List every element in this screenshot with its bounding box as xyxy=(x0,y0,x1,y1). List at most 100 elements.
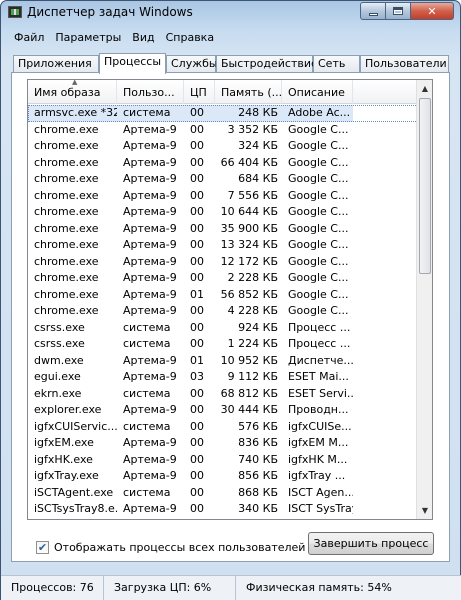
cell-image-name: chrome.exe xyxy=(34,271,99,284)
cell-description: Процесс ... xyxy=(288,337,351,350)
menu-file[interactable]: Файл xyxy=(9,29,50,47)
status-process-count: Процессов: 76 xyxy=(1,576,104,600)
table-row[interactable]: igfxTray.exe Артема-9 00 856 КБ igfxTray ... xyxy=(28,468,418,485)
cell-description: ISCT SysTray xyxy=(288,502,353,515)
cell-image-name: iSCTAgent.exe xyxy=(34,485,114,499)
table-row[interactable]: igfxCUIServic... система 00 576 КБ igfxCUISe… xyxy=(28,419,418,436)
cell-description: Google C... xyxy=(288,254,349,268)
tab-processes[interactable]: Процессы xyxy=(99,53,166,74)
cell-memory: 856 КБ xyxy=(238,469,278,482)
cell-description: igfxTray ... xyxy=(288,469,346,482)
table-row[interactable]: iSCTAgent.exe система 00 868 КБ ISCT Agen... xyxy=(28,485,418,502)
cell-user: Артема-9 xyxy=(123,172,177,185)
status-cpu-usage: Загрузка ЦП: 6% xyxy=(104,576,236,600)
tab-applications[interactable]: Приложения xyxy=(13,55,99,73)
menu-options[interactable]: Параметры xyxy=(50,29,127,47)
cell-image-name: csrss.exe xyxy=(34,337,85,350)
table-row[interactable]: egui.exe Артема-9 03 9 112 КБ ESET Mai... xyxy=(28,369,418,386)
table-row[interactable]: ekrn.exe система 00 68 812 КБ ESET Servi... xyxy=(28,386,418,403)
maximize-button[interactable] xyxy=(386,2,411,20)
cell-description: ISCT Agen... xyxy=(288,485,353,499)
column-cpu[interactable]: ЦП xyxy=(184,80,215,104)
table-row[interactable]: chrome.exe Артема-9 00 3 352 КБ Google C... xyxy=(28,122,418,139)
table-row[interactable]: csrss.exe система 00 1 224 КБ Процесс ... xyxy=(28,336,418,353)
table-row[interactable]: chrome.exe Артема-9 01 56 852 КБ Google C... xyxy=(28,287,418,304)
table-row[interactable]: explorer.exe Артема-9 00 30 444 КБ Проводн..… xyxy=(28,402,418,419)
vertical-scrollbar[interactable]: ▲ ▼ xyxy=(416,80,432,519)
show-all-users-checkbox[interactable]: ✔ xyxy=(36,540,49,554)
cell-description: Google C... xyxy=(288,304,349,317)
cell-cpu: 01 xyxy=(190,287,204,301)
cell-memory: 924 КБ xyxy=(238,320,278,334)
cell-memory: 10 644 КБ xyxy=(220,205,278,218)
minimize-button[interactable] xyxy=(360,2,386,20)
table-row[interactable]: chrome.exe Артема-9 00 4 228 КБ Google C... xyxy=(28,303,418,320)
cell-cpu: 00 xyxy=(190,502,204,515)
cell-memory: 9 112 КБ xyxy=(227,370,278,383)
cell-image-name: chrome.exe xyxy=(34,287,99,301)
tab-services[interactable]: Службы xyxy=(166,55,218,73)
cell-image-name: explorer.exe xyxy=(34,403,102,416)
column-memory[interactable]: Память (... xyxy=(215,80,282,104)
scroll-thumb[interactable] xyxy=(419,98,431,274)
table-row[interactable]: chrome.exe Артема-9 00 66 404 КБ Google C... xyxy=(28,155,418,172)
cell-image-name: armsvc.exe *32 xyxy=(28,105,117,122)
menu-help[interactable]: Справка xyxy=(161,29,220,47)
cell-user: Артема-9 xyxy=(123,271,177,284)
cell-description: Google C... xyxy=(288,139,349,152)
process-list[interactable]: ▲ Имя образа Пользо... ЦП Память (... Оп… xyxy=(27,79,433,520)
table-row[interactable]: iSCTsysTray8.e... Артема-9 00 340 КБ ISCT Sy… xyxy=(28,501,418,518)
table-row[interactable]: chrome.exe Артема-9 00 10 644 КБ Google C... xyxy=(28,204,418,221)
scroll-up-button[interactable]: ▲ xyxy=(417,80,432,97)
cell-user: Артема-9 xyxy=(123,436,177,449)
tab-network[interactable]: Сеть xyxy=(313,55,360,73)
column-user[interactable]: Пользо... xyxy=(117,80,184,104)
table-row[interactable]: chrome.exe Артема-9 00 2 228 КБ Google C... xyxy=(28,270,418,287)
cell-cpu: 00 xyxy=(190,337,204,350)
title-bar[interactable]: Диспетчер задач Windows ✕ xyxy=(1,1,460,25)
cell-cpu: 01 xyxy=(190,353,204,367)
cell-memory: 576 КБ xyxy=(238,419,278,433)
cell-memory: 1 224 КБ xyxy=(227,337,278,350)
cell-memory: 66 404 КБ xyxy=(220,155,278,169)
cell-cpu: 00 xyxy=(190,386,204,400)
cell-description: igfxEM M... xyxy=(288,436,349,449)
cell-user: Артема-9 xyxy=(123,205,177,218)
show-all-users-option[interactable]: ✔ Отображать процессы всех пользователей xyxy=(36,540,305,554)
cell-image-name: igfxEM.exe xyxy=(34,436,94,449)
scroll-down-button[interactable]: ▼ xyxy=(417,502,432,519)
menu-bar: Файл Параметры Вид Справка xyxy=(9,29,220,47)
arrow-down-icon: ▼ xyxy=(421,506,429,515)
close-icon: ✕ xyxy=(427,4,437,18)
menu-view[interactable]: Вид xyxy=(127,29,160,47)
table-row[interactable]: chrome.exe Артема-9 00 13 324 КБ Google C... xyxy=(28,237,418,254)
table-row[interactable]: igfxHK.exe Артема-9 00 740 КБ igfxHK M... xyxy=(28,452,418,469)
tab-performance[interactable]: Быстродействие xyxy=(216,55,318,73)
end-process-button[interactable]: Завершить процесс xyxy=(308,532,434,555)
table-row[interactable]: chrome.exe Артема-9 00 324 КБ Google C... xyxy=(28,138,418,155)
cell-description: Google C... xyxy=(288,155,349,169)
table-row[interactable]: igfxEM.exe Артема-9 00 836 КБ igfxEM M... xyxy=(28,435,418,452)
cell-memory: 12 172 КБ xyxy=(220,254,278,268)
table-row[interactable]: armsvc.exe *32 система 00 248 КБ Adobe Ac... xyxy=(28,105,418,122)
cell-memory: 4 228 КБ xyxy=(227,304,278,317)
cell-description: igfxHK M... xyxy=(288,452,348,466)
table-row[interactable]: chrome.exe Артема-9 00 684 КБ Google C... xyxy=(28,171,418,188)
cell-memory: 10 952 КБ xyxy=(220,353,278,367)
cell-image-name: chrome.exe xyxy=(34,155,99,169)
column-description[interactable]: Описание xyxy=(282,80,353,104)
cell-cpu: 00 xyxy=(190,205,204,218)
table-row[interactable]: csrss.exe система 00 924 КБ Процесс ... xyxy=(28,320,418,337)
column-image-name[interactable]: ▲ Имя образа xyxy=(28,80,117,104)
close-button[interactable]: ✕ xyxy=(411,2,454,20)
cell-user: Артема-9 xyxy=(123,155,177,169)
table-row[interactable]: chrome.exe Артема-9 00 35 900 КБ Google C... xyxy=(28,221,418,238)
cell-memory: 7 556 КБ xyxy=(227,188,278,202)
table-row[interactable]: chrome.exe Артема-9 00 7 556 КБ Google C... xyxy=(28,188,418,205)
table-row[interactable]: dwm.exe Артема-9 01 10 952 КБ Диспетче... xyxy=(28,353,418,370)
cell-user: Артема-9 xyxy=(123,122,177,136)
tab-users[interactable]: Пользователи xyxy=(360,55,449,73)
cell-cpu: 00 xyxy=(190,155,204,169)
table-row[interactable]: chrome.exe Артема-9 00 12 172 КБ Google C... xyxy=(28,254,418,271)
cell-description: Google C... xyxy=(288,221,349,235)
